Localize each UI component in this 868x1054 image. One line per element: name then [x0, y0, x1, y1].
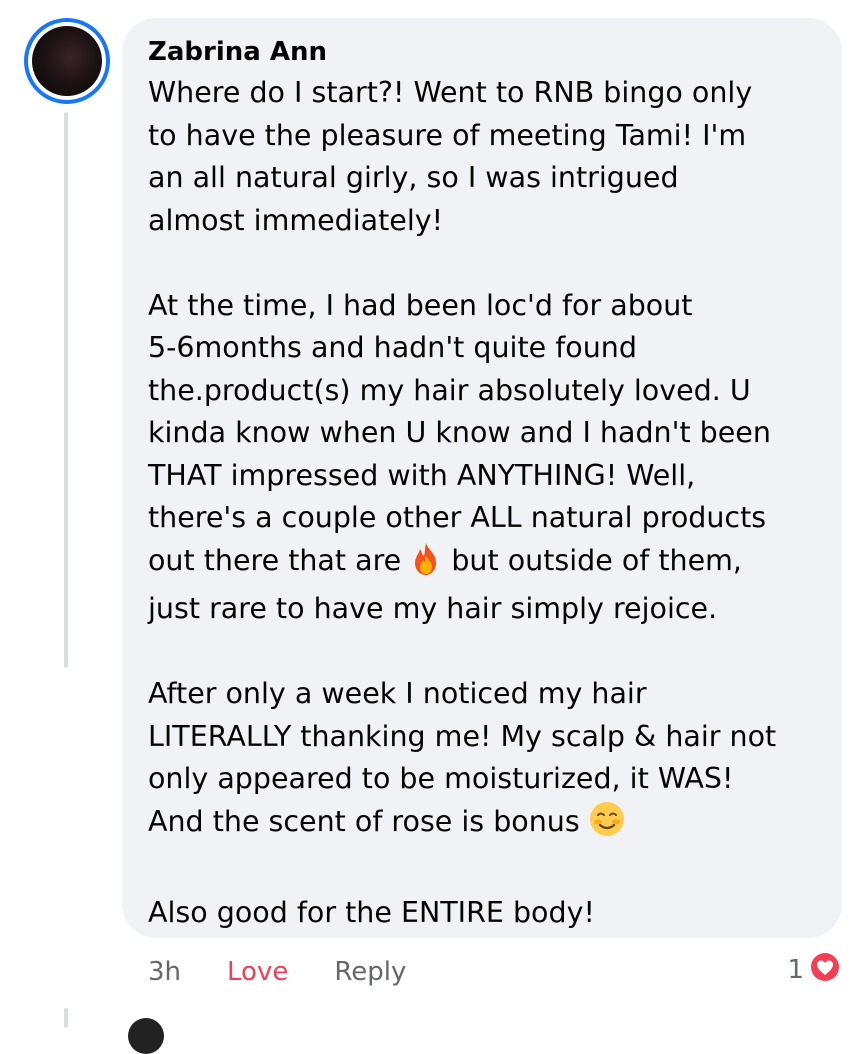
- reaction-count: 1: [787, 955, 804, 985]
- comment-line: an all natural girly, so I was intrigued: [148, 161, 679, 194]
- comment-paragraph: Also good for the ENTIRE body!: [148, 892, 816, 935]
- comment-actions: 3h Love Reply: [148, 952, 452, 992]
- smiling-face-icon: [589, 801, 625, 850]
- comment-paragraph: After only a week I noticed my hair LITE…: [148, 673, 816, 849]
- comment-line: just rare to have my hair simply rejoice…: [148, 592, 718, 625]
- love-button[interactable]: Love: [227, 957, 288, 987]
- avatar[interactable]: [32, 26, 102, 96]
- fire-icon: [410, 542, 442, 589]
- love-reaction-icon: [808, 950, 842, 991]
- comment-line-with-emoji: out there that are but outside of them,: [148, 540, 816, 589]
- thread-line-continuation: [64, 1008, 68, 1028]
- comment-paragraph: Where do I start?! Went to RNB bingo onl…: [148, 72, 816, 242]
- comment-line: THAT impressed with ANYTHING! Well,: [148, 458, 696, 492]
- comment-line: to have the pleasure of meeting Tami! I'…: [148, 118, 747, 152]
- next-comment-avatar[interactable]: [128, 1018, 164, 1054]
- avatar-ring-gap: [28, 22, 106, 100]
- comment-line-part: out there that are: [148, 543, 402, 577]
- comment-line: LITERALLY thanking me! My scalp & hair n…: [148, 719, 777, 753]
- comment-paragraph: At the time, I had been loc'd for about …: [148, 285, 816, 631]
- comment-line: 5-6months and hadn't quite found: [148, 331, 637, 364]
- comment-line: almost immediately!: [148, 203, 444, 237]
- comment-line-part: but outside of them,: [451, 543, 742, 577]
- reply-button[interactable]: Reply: [334, 957, 406, 987]
- comment-timestamp[interactable]: 3h: [148, 957, 181, 987]
- avatar-story-ring[interactable]: [24, 18, 110, 104]
- comment-line: kinda know when U know and I hadn't been: [148, 416, 771, 449]
- comment-line: only appeared to be moisturized, it WAS!: [148, 762, 734, 795]
- comment-author[interactable]: Zabrina Ann: [148, 32, 816, 72]
- comment-body: Where do I start?! Went to RNB bingo onl…: [148, 72, 816, 934]
- reaction-summary[interactable]: 1: [787, 950, 842, 990]
- comment-line-part: And the scent of rose is bonus: [148, 804, 580, 838]
- comment-line-with-emoji: And the scent of rose is bonus: [148, 801, 816, 850]
- comment-line: Where do I start?! Went to RNB bingo onl…: [148, 76, 753, 109]
- comment-line: Also good for the ENTIRE body!: [148, 895, 595, 929]
- comment-line: the.product(s) my hair absolutely loved.…: [148, 373, 751, 407]
- comment-line: there's a couple other ALL natural produ…: [148, 501, 767, 534]
- thread-line: [64, 112, 68, 668]
- comment-line: At the time, I had been loc'd for about: [148, 288, 693, 322]
- comment-line: After only a week I noticed my hair: [148, 677, 647, 710]
- comment-bubble: Zabrina Ann Where do I start?! Went to R…: [122, 18, 842, 938]
